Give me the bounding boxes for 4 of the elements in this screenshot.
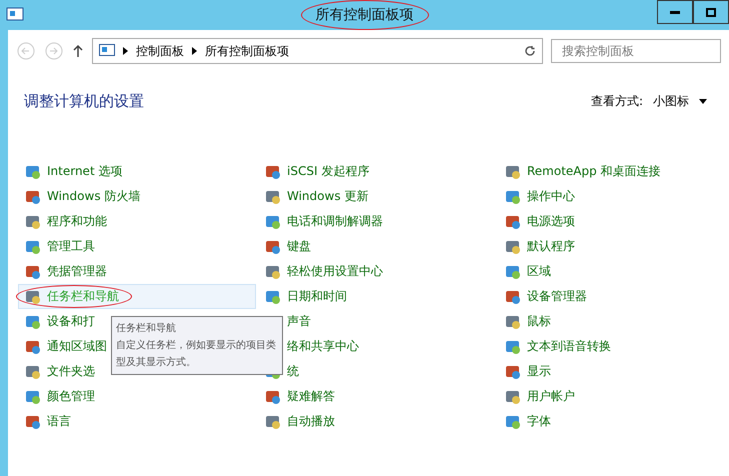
tooltip-text: 自定义任务栏，例如要显示的项目类型及其显示方式。 (116, 338, 277, 370)
page-heading: 调整计算机的设置 (24, 92, 144, 111)
view-label: 查看方式: (590, 93, 643, 110)
tooltip-title: 任务栏和导航 (116, 322, 177, 336)
